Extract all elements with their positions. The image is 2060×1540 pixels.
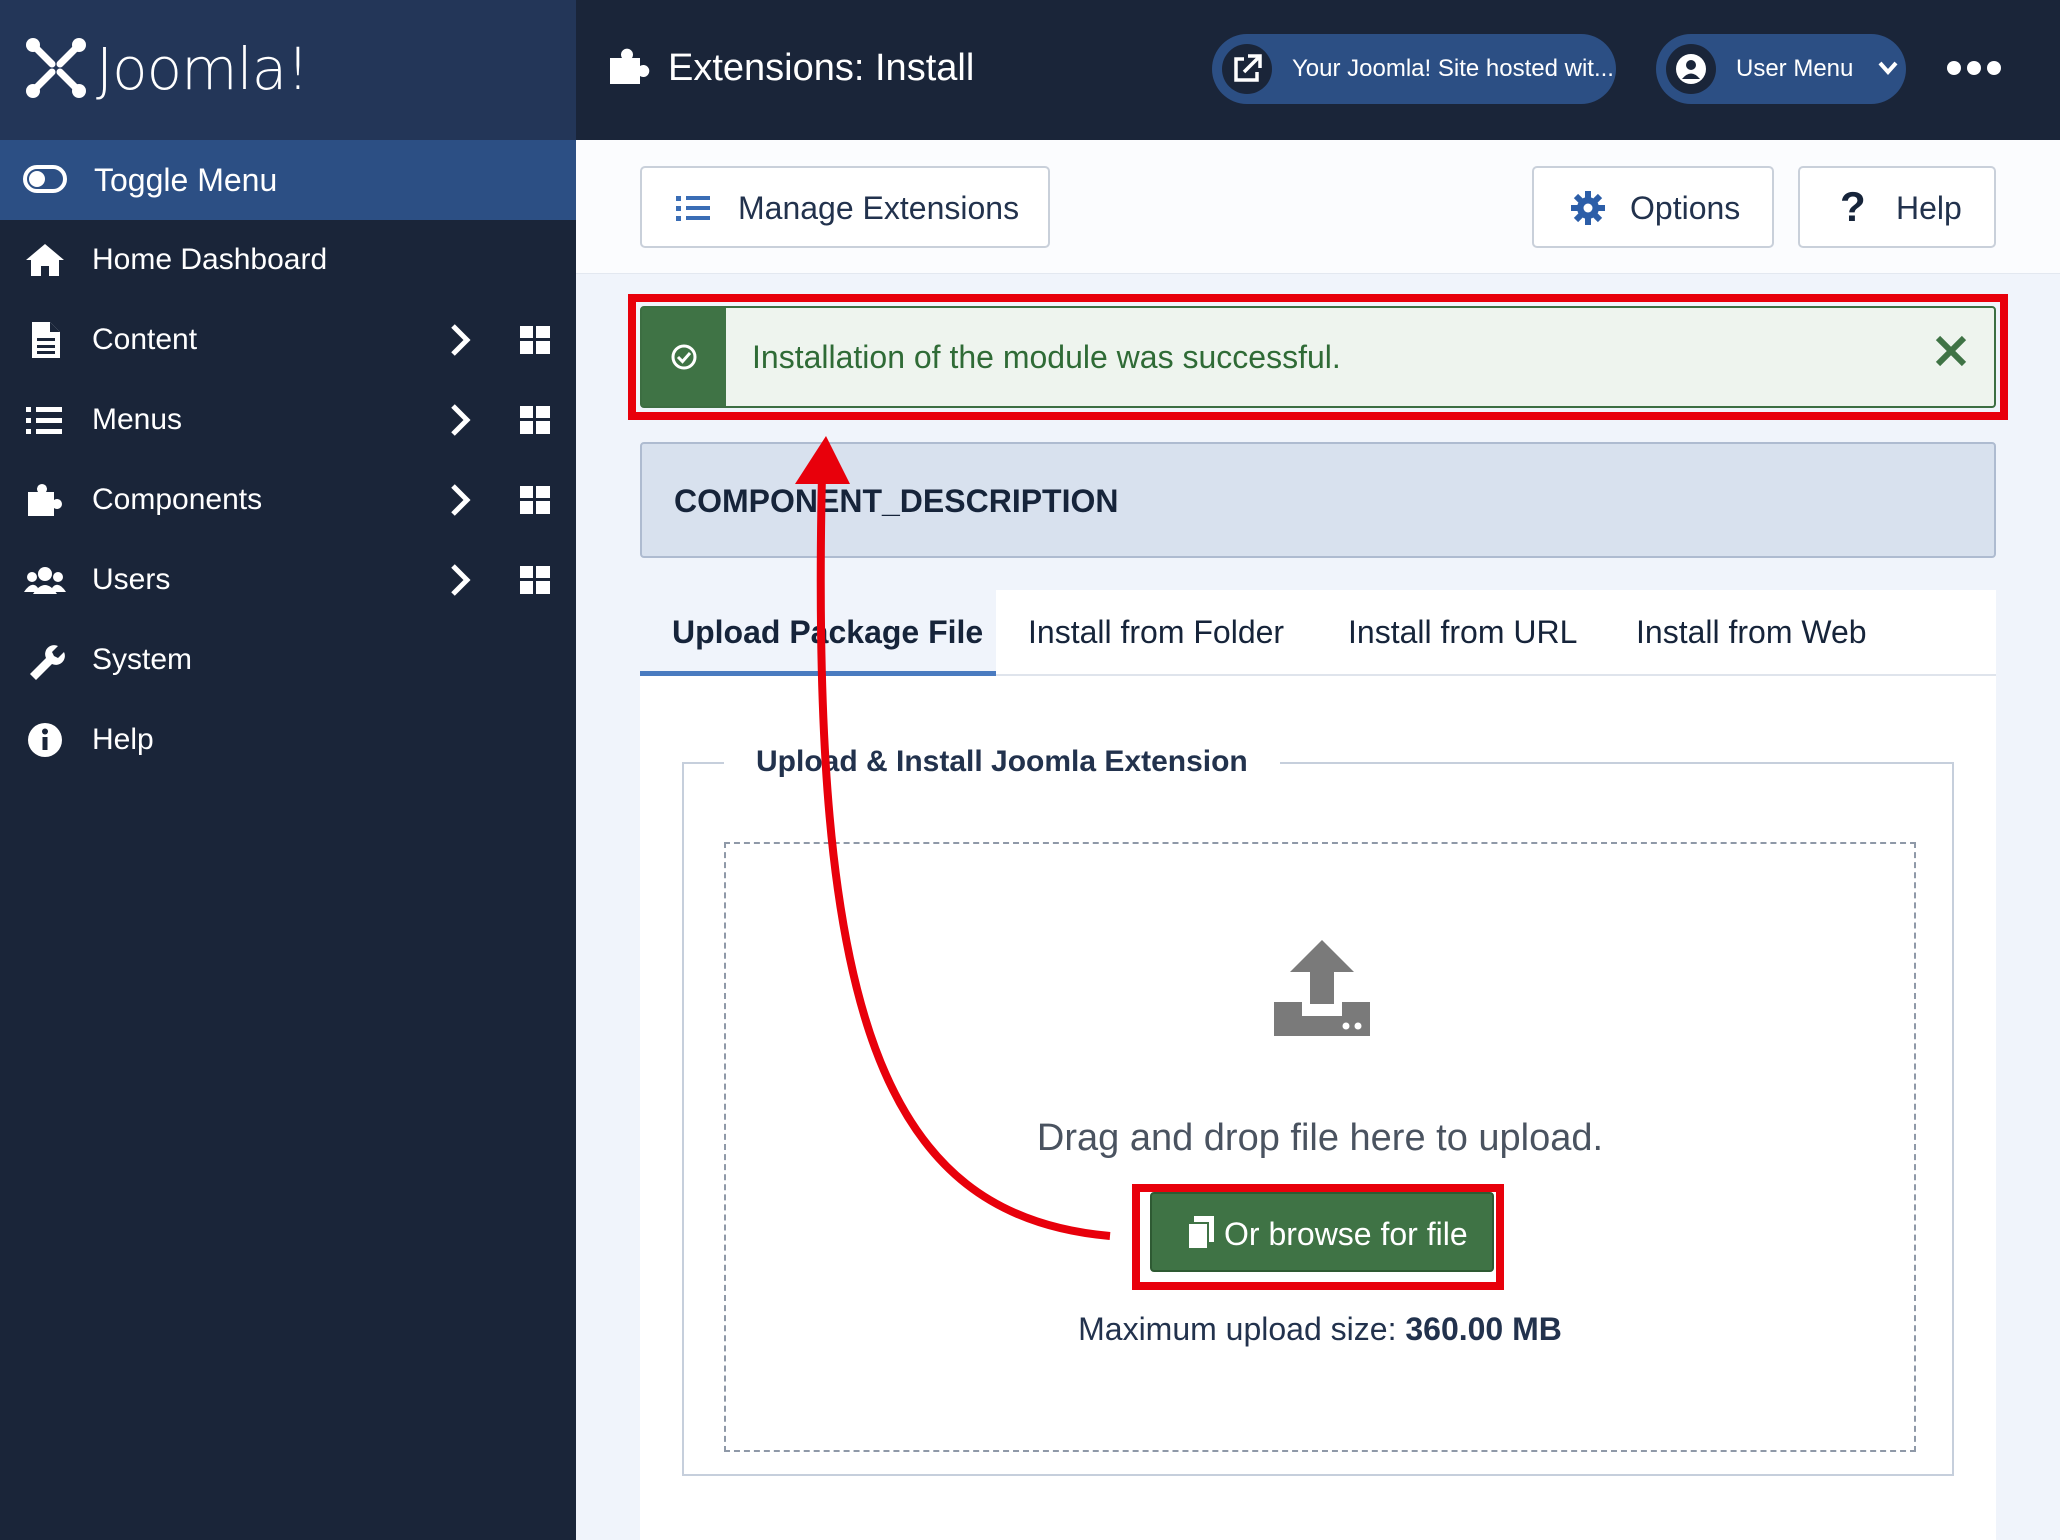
sidebar: Joomla! Toggle Menu Home Dashboard Conte… <box>0 0 576 1540</box>
info-icon <box>28 723 62 757</box>
upload-icon <box>1274 940 1370 1036</box>
list-icon <box>26 407 62 434</box>
list-icon <box>676 196 710 221</box>
sidebar-item-help[interactable]: Help <box>0 700 576 780</box>
sidebar-item-label: Content <box>92 323 198 356</box>
sidebar-item-menus[interactable]: Menus <box>0 380 576 460</box>
dashboard-grid-icon[interactable] <box>520 566 550 594</box>
description-text: COMPONENT_DESCRIPTION <box>674 483 1119 519</box>
user-menu-button[interactable]: User Menu <box>1656 34 1906 104</box>
upload-fieldset: Upload & Install Joomla Extension Drag a… <box>682 740 1954 1476</box>
tab-install-from-web[interactable]: Install from Web <box>1604 590 1904 676</box>
install-tabs: Upload Package File Install from Folder … <box>640 590 1996 676</box>
sidebar-item-components[interactable]: Components <box>0 460 576 540</box>
dashboard-grid-icon[interactable] <box>520 406 550 434</box>
dashboard-grid-icon[interactable] <box>520 486 550 514</box>
top-header: Extensions: Install Your Joomla! Site ho… <box>576 0 2060 140</box>
tab-label: Install from URL <box>1348 614 1578 650</box>
puzzle-icon <box>610 48 650 84</box>
sidebar-item-label: Menus <box>92 403 183 436</box>
file-icon <box>32 322 60 358</box>
gear-icon <box>1571 191 1605 225</box>
description-box: COMPONENT_DESCRIPTION <box>640 442 1996 558</box>
options-button[interactable]: Options <box>1532 166 1774 248</box>
site-link-button[interactable]: Your Joomla! Site hosted wit... <box>1212 34 1616 104</box>
chevron-right-icon[interactable] <box>448 482 472 518</box>
wrench-icon <box>30 645 65 680</box>
max-upload-label: Maximum upload size: <box>1078 1311 1397 1347</box>
page-title: Extensions: Install <box>668 47 975 89</box>
toggle-menu-label: Toggle Menu <box>94 162 278 198</box>
brand-name: Joomla! <box>96 35 309 103</box>
chevron-right-icon[interactable] <box>448 402 472 438</box>
more-options-icon[interactable] <box>1946 50 2002 86</box>
help-button[interactable]: ? Help <box>1798 166 1996 248</box>
toggle-menu[interactable]: Toggle Menu <box>0 140 576 220</box>
chevron-right-icon[interactable] <box>448 322 472 358</box>
home-icon <box>26 244 64 276</box>
dashboard-grid-icon[interactable] <box>520 326 550 354</box>
sidebar-item-label: System <box>92 643 193 676</box>
toggle-icon <box>23 165 67 193</box>
external-link-icon <box>1234 54 1262 82</box>
user-menu-label: User Menu <box>1736 55 1854 82</box>
external-link-icon-bg <box>1222 44 1272 94</box>
user-circle-icon <box>1676 54 1706 84</box>
sidebar-item-label: Help <box>92 723 154 756</box>
annotation-highlight-browse <box>1132 1184 1504 1290</box>
user-icon-bg <box>1666 44 1716 94</box>
drag-drop-text: Drag and drop file here to upload. <box>1036 1117 1604 1159</box>
chevron-right-icon[interactable] <box>448 562 472 598</box>
fieldset-legend: Upload & Install Joomla Extension <box>724 740 1280 784</box>
sidebar-item-home-dashboard[interactable]: Home Dashboard <box>0 220 576 300</box>
sidebar-item-label: Home Dashboard <box>92 243 328 276</box>
tab-upload-package-file[interactable]: Upload Package File <box>640 590 996 676</box>
tab-install-from-folder[interactable]: Install from Folder <box>996 590 1316 676</box>
max-upload-size: Maximum upload size: 360.00 MB <box>726 1308 1914 1350</box>
sidebar-item-users[interactable]: Users <box>0 540 576 620</box>
drop-zone[interactable]: Drag and drop file here to upload. Or br… <box>724 842 1916 1452</box>
sidebar-item-label: Users <box>92 563 171 596</box>
chevron-down-icon <box>1878 61 1898 76</box>
upload-panel: Upload & Install Joomla Extension Drag a… <box>640 676 1996 1540</box>
users-icon <box>24 567 66 594</box>
manage-extensions-button[interactable]: Manage Extensions <box>640 166 1050 248</box>
tab-label: Install from Web <box>1636 614 1867 650</box>
tab-label: Install from Folder <box>1028 614 1285 650</box>
sidebar-item-label: Components <box>92 483 263 516</box>
toolbar: Manage Extensions Options ? Help <box>576 140 2060 274</box>
puzzle-icon <box>28 484 62 516</box>
manage-extensions-label: Manage Extensions <box>738 190 1020 226</box>
annotation-highlight-alert <box>628 294 2008 420</box>
tab-install-from-url[interactable]: Install from URL <box>1316 590 1604 676</box>
tab-label: Upload Package File <box>672 614 984 650</box>
brand[interactable]: Joomla! <box>0 0 576 140</box>
site-link-label: Your Joomla! Site hosted wit... <box>1292 55 1614 82</box>
joomla-logo-icon <box>26 38 86 98</box>
help-label: Help <box>1896 190 1962 226</box>
sidebar-item-content[interactable]: Content <box>0 300 576 380</box>
sidebar-item-system[interactable]: System <box>0 620 576 700</box>
question-icon: ? <box>1840 183 1866 230</box>
options-label: Options <box>1630 190 1741 226</box>
max-upload-value: 360.00 MB <box>1405 1311 1562 1347</box>
